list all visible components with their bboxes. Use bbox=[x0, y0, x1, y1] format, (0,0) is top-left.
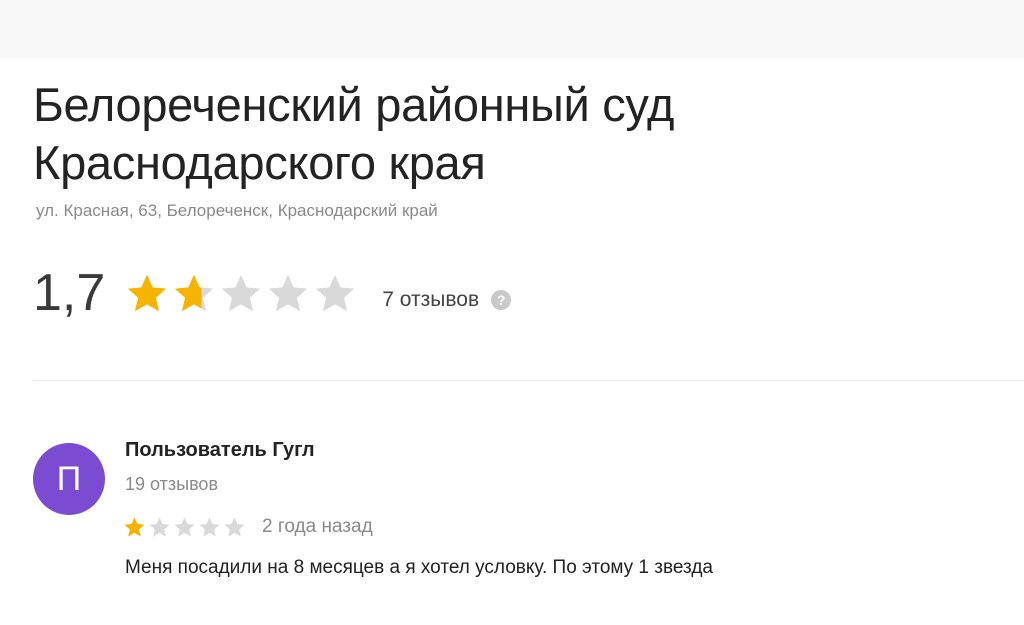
top-bar bbox=[0, 0, 1024, 58]
help-icon[interactable]: ? bbox=[491, 290, 512, 310]
divider bbox=[33, 380, 1024, 381]
star-icon bbox=[316, 274, 355, 312]
rating-value: 1,7 bbox=[33, 264, 106, 322]
star-icon bbox=[149, 517, 170, 537]
reviewer-name[interactable]: Пользователь Гугл bbox=[125, 439, 315, 462]
review-text: Меня посадили на 8 месяцев а я хотел усл… bbox=[125, 557, 713, 578]
star-icon bbox=[175, 274, 214, 312]
rating-stars bbox=[125, 272, 360, 314]
review-date: 2 года назад bbox=[262, 516, 373, 537]
star-icon bbox=[222, 274, 261, 312]
star-icon bbox=[269, 274, 308, 312]
review-stars bbox=[123, 516, 248, 538]
avatar[interactable]: П bbox=[33, 443, 105, 515]
place-address: ул. Красная, 63, Белореченск, Краснодарс… bbox=[36, 201, 438, 220]
star-icon bbox=[224, 517, 245, 537]
rating-summary: 1,7 7 отзывов ? bbox=[33, 258, 512, 328]
star-icon bbox=[124, 517, 145, 537]
review-count-link[interactable]: 7 отзывов bbox=[382, 288, 479, 312]
reviewer-review-count: 19 отзывов bbox=[125, 474, 219, 494]
place-title: Белореченский районный суд Краснодарског… bbox=[33, 78, 675, 189]
star-icon bbox=[174, 517, 195, 537]
review-meta: 2 года назад bbox=[123, 516, 373, 538]
star-icon bbox=[128, 274, 167, 312]
star-icon bbox=[199, 517, 220, 537]
